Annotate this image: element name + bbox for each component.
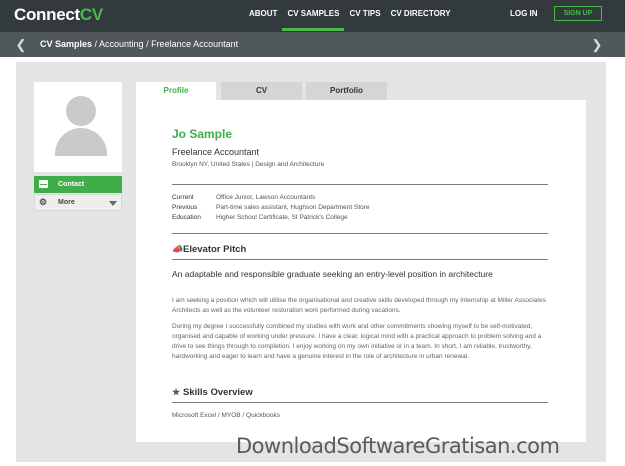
watermark: DownloadSoftwareGratisan.com <box>236 434 560 458</box>
envelope-icon <box>39 180 48 188</box>
detail-value: Part-time sales assistant, Hughson Depar… <box>216 204 370 211</box>
detail-value: Higher School Certificate, St Patrick's … <box>216 214 348 221</box>
profile-job-title: Freelance Accountant <box>172 147 260 157</box>
pitch-paragraph-1: I am seeking a position which will utili… <box>172 297 546 314</box>
more-label: More <box>58 199 75 206</box>
user-placeholder-icon <box>66 96 96 126</box>
skills-title: Skills Overview <box>183 387 253 398</box>
more-dropdown[interactable]: ⚙ More <box>34 194 122 211</box>
chevron-left-icon[interactable]: ❮ <box>10 32 32 57</box>
nav-cv-tips[interactable]: CV TIPS <box>344 0 385 32</box>
divider <box>172 259 548 260</box>
pitch-paragraph-2: During my degree I successfully combined… <box>172 323 542 360</box>
tab-cv[interactable]: CV <box>221 82 302 100</box>
avatar <box>34 82 122 172</box>
nav-cv-samples[interactable]: CV SAMPLES <box>282 0 345 32</box>
detail-key: Education <box>172 214 201 221</box>
divider <box>172 184 548 185</box>
nav-about[interactable]: ABOUT <box>244 0 282 32</box>
section-skills-overview: ★ Skills Overview <box>172 387 253 398</box>
profile-location: Brooklyn NY, United States | Design and … <box>172 161 325 168</box>
pitch-headline: An adaptable and responsible graduate se… <box>172 269 493 279</box>
caret-down-icon <box>109 201 117 206</box>
skills-list: Microsoft Excel / MYOB / Quickbooks <box>172 412 281 419</box>
connect-cv-logo[interactable]: ConnectCV <box>14 5 103 25</box>
user-placeholder-body <box>55 128 107 156</box>
tab-portfolio[interactable]: Portfolio <box>306 82 387 100</box>
breadcrumb-cv-samples[interactable]: CV Samples <box>40 39 92 49</box>
megaphone-icon: 📣 <box>172 244 184 254</box>
breadcrumb: CV Samples / Accounting / Freelance Acco… <box>40 32 238 57</box>
logo-mark: CV <box>79 5 103 24</box>
signup-button[interactable]: SIGN UP <box>554 6 602 21</box>
detail-key: Current <box>172 194 194 201</box>
elevator-pitch-title: Elevator Pitch <box>183 244 247 255</box>
contact-label: Contact <box>58 181 85 188</box>
contact-button[interactable]: Contact <box>34 176 122 193</box>
tab-profile[interactable]: Profile <box>136 82 216 100</box>
detail-key: Previous <box>172 204 198 211</box>
login-link[interactable]: LOG IN <box>510 9 538 18</box>
profile-name: Jo Sample <box>172 127 233 141</box>
main-nav: ABOUT CV SAMPLES CV TIPS CV DIRECTORY <box>244 0 456 32</box>
divider <box>172 233 548 234</box>
logo-text: Connect <box>14 5 80 24</box>
divider <box>172 402 548 403</box>
gear-icon: ⚙ <box>39 197 48 207</box>
section-elevator-pitch: 📣Elevator Pitch <box>172 244 246 255</box>
top-navbar: ConnectCV ABOUT CV SAMPLES CV TIPS CV DI… <box>0 0 625 32</box>
star-icon: ★ <box>172 387 181 397</box>
breadcrumb-bar: ❮ CV Samples / Accounting / Freelance Ac… <box>0 32 625 57</box>
detail-value: Office Junior, Lawson Accountants <box>216 194 316 201</box>
breadcrumb-path[interactable]: / Accounting / Freelance Accountant <box>92 39 239 49</box>
nav-cv-directory[interactable]: CV DIRECTORY <box>386 0 456 32</box>
chevron-right-icon[interactable]: ❯ <box>586 32 608 57</box>
